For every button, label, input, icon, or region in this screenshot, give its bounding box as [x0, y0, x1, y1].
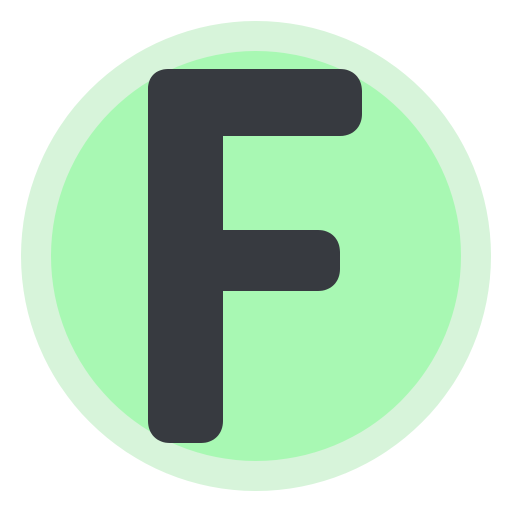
- app-icon: [0, 0, 512, 512]
- letter-f-icon: [21, 21, 491, 491]
